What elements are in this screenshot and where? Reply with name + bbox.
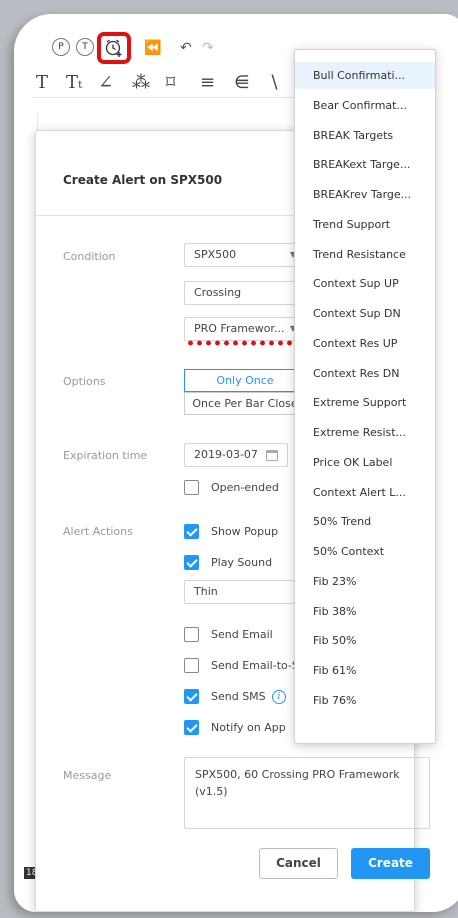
message-label: Message xyxy=(63,769,112,782)
pin-p-button[interactable]: P xyxy=(52,38,70,56)
dropdown-item[interactable]: Context Res UP xyxy=(295,330,435,357)
dropdown-item[interactable]: BREAKrev Targe... xyxy=(295,181,435,208)
operator-select[interactable]: Crossing xyxy=(184,281,306,305)
undo-icon[interactable]: ↶ xyxy=(180,40,192,56)
dropdown-item[interactable]: Context Sup DN xyxy=(295,300,435,327)
notify-app-label: Notify on App xyxy=(211,721,286,734)
dropdown-item[interactable]: Price OK Label xyxy=(295,449,435,476)
create-button[interactable]: Create xyxy=(351,848,430,879)
fib-tool-icon[interactable]: ≡ xyxy=(200,72,215,93)
text-anchor-tool-icon[interactable]: Tₜ xyxy=(66,72,82,93)
dropdown-item[interactable]: Bear Confirmat... xyxy=(295,92,435,119)
send-email-label: Send Email xyxy=(211,628,273,641)
open-ended-checkbox[interactable] xyxy=(184,480,199,495)
path-tool-icon[interactable]: ∖ xyxy=(268,72,279,93)
rewind-icon[interactable]: ⏪ xyxy=(144,40,161,56)
create-alert-button[interactable] xyxy=(97,32,131,64)
pattern-tool-icon[interactable]: ⁂ xyxy=(132,72,150,93)
calendar-icon xyxy=(266,450,278,461)
dropdown-item[interactable]: Context Sup UP xyxy=(295,270,435,297)
dialog-title: Create Alert on SPX500 xyxy=(63,173,223,187)
dropdown-item[interactable]: Context Res DN xyxy=(295,360,435,387)
show-popup-checkbox[interactable] xyxy=(184,524,199,539)
message-textarea[interactable]: SPX500, 60 Crossing PRO Framework (v1.5) xyxy=(184,757,430,829)
indicator-plot-dropdown: Bull Confirmati... Bear Confirmat... BREAK… xyxy=(294,49,436,744)
rectangle-tool-icon[interactable]: ⌑ xyxy=(166,72,175,93)
condition-label: Condition xyxy=(63,250,116,263)
dropdown-item[interactable]: Trend Resistance xyxy=(295,241,435,268)
symbol-value: SPX500 xyxy=(194,248,237,261)
dropdown-item[interactable]: Extreme Support xyxy=(295,389,435,416)
device-frame: P T ⏪ ↶ ↷ T Tₜ ∠ ⁂ ⌑ ≡ ⋹ ∖ 18 Create Ale… xyxy=(14,14,458,912)
dropdown-item[interactable]: Fib 61% xyxy=(295,657,435,684)
top-toolbar: P T ⏪ ↶ ↷ xyxy=(14,32,294,64)
dropdown-item[interactable]: Trend Support xyxy=(295,211,435,238)
expiration-date-input[interactable]: 2019-03-07 xyxy=(184,443,288,467)
dropdown-item[interactable]: Context Alert L... xyxy=(295,479,435,506)
dropdown-item[interactable]: Fib 76% xyxy=(295,687,435,714)
symbol-select[interactable]: SPX500 ▼ xyxy=(184,243,306,267)
brush-tool-icon[interactable]: ∠ xyxy=(98,72,113,93)
send-email-checkbox[interactable] xyxy=(184,627,199,642)
alarm-clock-plus-icon xyxy=(105,39,122,57)
text-tool-icon[interactable]: T xyxy=(36,72,48,93)
expiration-date-value: 2019-03-07 xyxy=(194,448,258,461)
gann-tool-icon[interactable]: ⋹ xyxy=(234,72,250,93)
dropdown-item[interactable]: Fib 23% xyxy=(295,568,435,595)
indicator-select[interactable]: PRO Framewor... ▼ xyxy=(184,317,306,341)
redo-icon[interactable]: ↷ xyxy=(202,40,214,56)
dropdown-item[interactable]: 50% Context xyxy=(295,538,435,565)
indicator-value: PRO Framewor... xyxy=(194,322,285,335)
once-per-bar-close-option[interactable]: Once Per Bar Close xyxy=(184,392,306,415)
play-sound-label: Play Sound xyxy=(211,556,273,569)
dropdown-item[interactable]: Bull Confirmati... xyxy=(295,62,435,89)
dropdown-item[interactable]: BREAK Targets xyxy=(295,122,435,149)
notify-app-checkbox[interactable] xyxy=(184,720,199,735)
info-icon[interactable]: i xyxy=(272,690,286,704)
open-ended-label: Open-ended xyxy=(211,481,279,494)
dropdown-item[interactable]: Fib 38% xyxy=(295,598,435,625)
dropdown-item[interactable]: Extreme Resist... xyxy=(295,419,435,446)
send-sms-label: Send SMS xyxy=(211,690,266,703)
sound-value: Thin xyxy=(194,585,218,598)
dropdown-item[interactable]: BREAKext Targe... xyxy=(295,151,435,178)
options-label: Options xyxy=(63,375,106,388)
dropdown-item[interactable]: 50% Trend xyxy=(295,508,435,535)
send-email-sms-checkbox[interactable] xyxy=(184,658,199,673)
expiration-label: Expiration time xyxy=(63,449,148,462)
show-popup-label: Show Popup xyxy=(211,525,279,538)
alert-actions-label: Alert Actions xyxy=(63,525,133,538)
cancel-button[interactable]: Cancel xyxy=(259,848,338,879)
play-sound-checkbox[interactable] xyxy=(184,555,199,570)
pin-t-button[interactable]: T xyxy=(76,38,94,56)
dropdown-item[interactable]: Fib 50% xyxy=(295,627,435,654)
send-sms-checkbox[interactable] xyxy=(184,689,199,704)
highlight-underline xyxy=(186,340,302,346)
only-once-option[interactable]: Only Once xyxy=(184,369,306,392)
operator-value: Crossing xyxy=(194,286,242,299)
